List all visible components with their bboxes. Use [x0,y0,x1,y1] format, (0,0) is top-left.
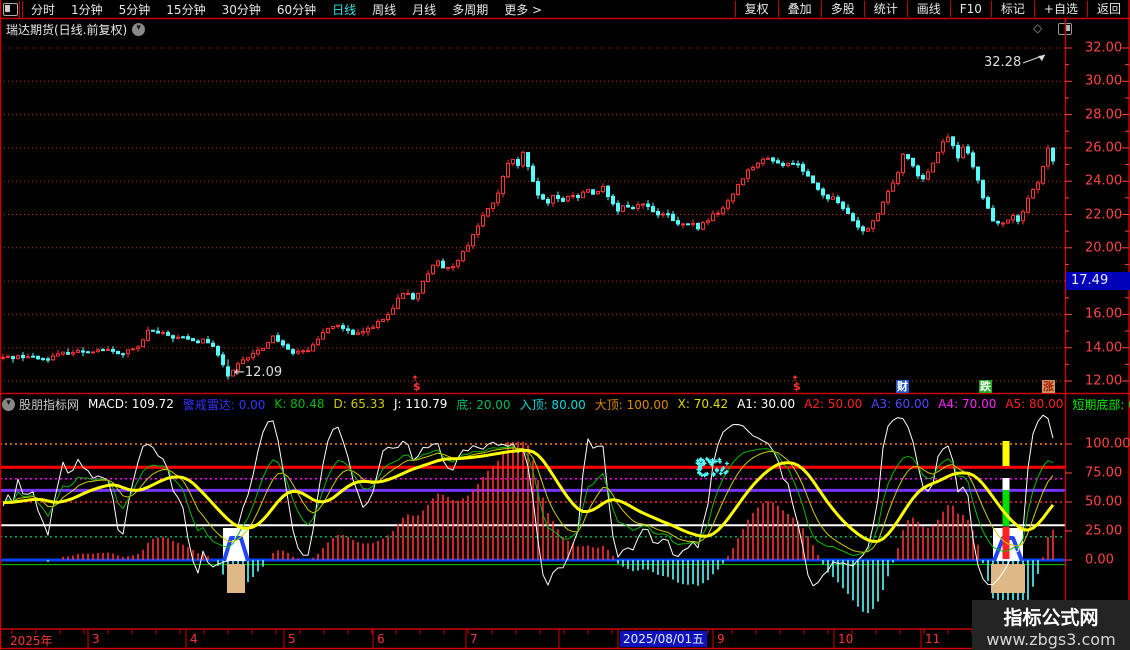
price-label: 16.00 [1085,307,1122,322]
price-label: 32.00 [1085,41,1122,56]
indicator-value-5: D: 65.33 [334,397,385,411]
chart-canvas[interactable] [0,0,1130,650]
low-annotation: ←12.09 [234,365,282,380]
watermark: 指标公式网 www.zbgs3.com [972,600,1130,650]
indicator-value-7: 底: 20.00 [456,396,510,413]
indicator-value-16: 短期底部: 0.00 [1072,396,1130,413]
collapse-icon[interactable]: ▾ [2,398,15,411]
price-label: 30.00 [1085,74,1122,89]
indicator-axis-label: 50.00 [1085,495,1122,510]
month-label: 3 [92,632,100,646]
event-flag[interactable]: $ [412,380,422,393]
indicator-value-15: A5: 80.00 [1005,397,1063,411]
indicator-axis-label: 100.00 [1085,437,1130,452]
month-label: 11 [925,632,940,646]
event-flag[interactable]: $ [792,380,802,393]
indicator-value-13: A3: 60.00 [871,397,929,411]
indicator-header: ▾ 股朋指标网 MACD: 109.72 警戒雷达: 0.00 K: 80.48 D: … [2,395,1130,413]
indicator-value-2: MACD: 109.72 [88,397,174,411]
indicator-value-12: A2: 50.00 [804,397,862,411]
event-flag[interactable]: 财 [896,380,909,393]
indicator-value-6: J: 110.79 [394,397,447,411]
trading-app-window: 分时1分钟5分钟15分钟30分钟60分钟日线周线月线多周期更多 > 复权叠加多股… [0,0,1130,650]
month-label: 5 [288,632,296,646]
watermark-url: www.zbgs3.com [972,630,1130,649]
indicator-value-14: A4: 70.00 [938,397,996,411]
high-annotation: 32.28 [984,55,1021,70]
event-flag[interactable]: 跌 [979,380,992,393]
price-label: 20.00 [1085,240,1122,255]
month-label: 6 [377,632,385,646]
indicator-value-4: K: 80.48 [274,397,324,411]
month-label: 10 [838,632,853,646]
price-label: 22.00 [1085,207,1122,222]
price-label: 26.00 [1085,140,1122,155]
indicator-value-9: 大顶: 100.00 [595,396,669,413]
indicator-axis-label: 75.00 [1085,466,1122,481]
indicator-value-11: A1: 30.00 [737,397,795,411]
indicator-value-8: 入顶: 80.00 [520,396,586,413]
cursor-date-badge: 2025/08/01五 [620,631,707,647]
event-flag[interactable]: 涨 [1042,380,1055,393]
current-price-badge: 17.49 [1066,272,1130,290]
price-label: 14.00 [1085,340,1122,355]
indicator-value-1: 股朋指标网 [19,396,79,413]
month-label: 7 [470,632,478,646]
month-label: 9 [717,632,725,646]
indicator-axis-label: 0.00 [1085,553,1114,568]
price-label: 24.00 [1085,174,1122,189]
price-label: 12.00 [1085,374,1122,389]
watermark-title: 指标公式网 [972,603,1130,630]
month-label: 4 [190,632,198,646]
indicator-axis-label: 25.00 [1085,524,1122,539]
indicator-value-3: 警戒雷达: 0.00 [183,396,266,413]
year-label: 2025年 [10,632,53,649]
indicator-value-10: X: 70.42 [678,397,728,411]
price-label: 28.00 [1085,107,1122,122]
